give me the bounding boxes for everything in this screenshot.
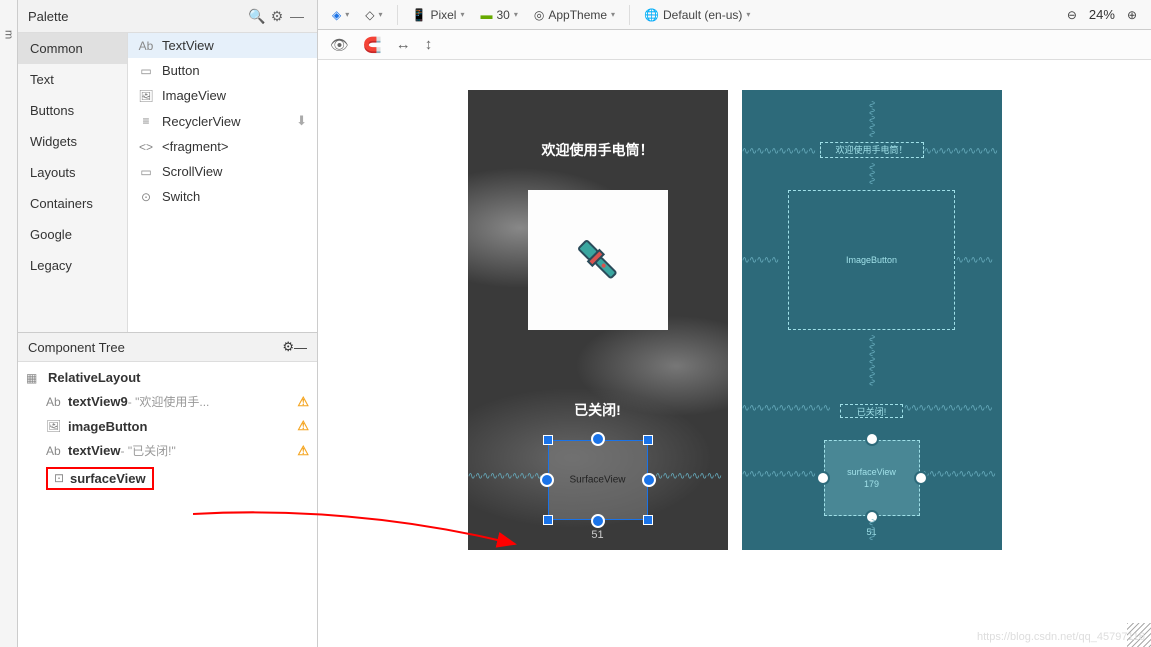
status-textview[interactable]: 已关闭! xyxy=(468,400,728,420)
image-button[interactable] xyxy=(528,190,668,330)
constraint-handle[interactable] xyxy=(591,514,605,528)
fragment-icon: <> xyxy=(138,140,154,154)
gear-icon[interactable]: ⚙ xyxy=(267,6,287,26)
surface-icon: ⊡ xyxy=(54,471,70,486)
design-toolbar: ◈▾ ◇▾ 📱 Pixel▾ ▬ 30▾ ◎ AppTheme▾ 🌐 Defau… xyxy=(318,0,1151,30)
device-select[interactable]: 📱 Pixel▾ xyxy=(406,4,471,26)
zoom-in-button[interactable]: ⊕ xyxy=(1121,4,1143,26)
tree-item-textview9[interactable]: AbtextView9- "欢迎使用手...⚠ xyxy=(18,389,317,414)
palette-item-scrollview[interactable]: ▭ScrollView xyxy=(128,159,317,184)
resize-handle[interactable] xyxy=(543,435,553,445)
surface-label: SurfaceView xyxy=(570,475,626,486)
palette-item-imageview[interactable]: 🖼ImageView xyxy=(128,83,317,108)
layout-editor: ◈▾ ◇▾ 📱 Pixel▾ ▬ 30▾ ◎ AppTheme▾ 🌐 Defau… xyxy=(318,0,1151,647)
palette-title: Palette xyxy=(28,9,247,24)
dimension-label: 51 xyxy=(591,529,603,541)
component-tree-header: Component Tree ⚙ — xyxy=(18,333,317,362)
zoom-value: 24% xyxy=(1089,7,1115,22)
bp-welcome[interactable]: 欢迎使用手电筒！ xyxy=(820,142,924,158)
design-canvas[interactable]: 欢迎使用手电筒！ 已关闭! ∿∿∿∿∿∿∿∿∿∿ ∿∿∿∿∿∿∿∿∿∿ xyxy=(318,60,1151,647)
palette-cat-buttons[interactable]: Buttons xyxy=(18,95,127,126)
constraint-handle[interactable] xyxy=(914,471,928,485)
blueprint-preview[interactable]: ∿∿∿∿∿ ∿∿∿∿∿∿∿∿∿∿ ∿∿∿∿∿∿∿∿∿∿ 欢迎使用手电筒！ ∿∿∿… xyxy=(742,90,1002,550)
textview-icon: Ab xyxy=(46,444,62,458)
constraint-handle[interactable] xyxy=(865,432,879,446)
constraint-handle[interactable] xyxy=(591,432,605,446)
textview-icon: Ab xyxy=(46,395,62,409)
surface-select-button[interactable]: ◈▾ xyxy=(326,4,355,26)
expand-horizontal-icon[interactable]: ↔ xyxy=(396,36,411,53)
palette-cat-layouts[interactable]: Layouts xyxy=(18,157,127,188)
palette-cat-google[interactable]: Google xyxy=(18,219,127,250)
textview-icon: Ab xyxy=(138,39,154,53)
zoom-out-button[interactable]: ⊖ xyxy=(1061,4,1083,26)
warning-icon[interactable]: ⚠ xyxy=(297,443,309,459)
surfaceview-selected[interactable]: SurfaceView 51 xyxy=(548,440,648,520)
palette-item-button[interactable]: ▭Button xyxy=(128,58,317,83)
watermark: https://blog.csdn.net/qq_45797116 xyxy=(977,631,1145,643)
palette-item-fragment[interactable]: <><fragment> xyxy=(128,134,317,159)
design-preview[interactable]: 欢迎使用手电筒！ 已关闭! ∿∿∿∿∿∿∿∿∿∿ ∿∿∿∿∿∿∿∿∿∿ xyxy=(468,90,728,550)
palette-item-recyclerview[interactable]: ≡RecyclerView⬇ xyxy=(128,108,317,134)
palette-items: AbTextView ▭Button 🖼ImageView ≡RecyclerV… xyxy=(128,33,317,332)
search-icon[interactable]: 🔍 xyxy=(247,6,267,26)
palette-cat-text[interactable]: Text xyxy=(18,64,127,95)
switch-icon: ⊙ xyxy=(138,190,154,204)
image-icon: 🖼 xyxy=(138,89,154,103)
sidebar: Palette 🔍 ⚙ — Common Text Buttons Widget… xyxy=(18,0,318,647)
component-tree: ▦RelativeLayout AbtextView9- "欢迎使用手...⚠ … xyxy=(18,362,317,647)
orientation-button[interactable]: ◇▾ xyxy=(359,4,388,26)
palette-item-textview[interactable]: AbTextView xyxy=(128,33,317,58)
tree-root[interactable]: ▦RelativeLayout xyxy=(18,366,317,389)
palette-item-switch[interactable]: ⊙Switch xyxy=(128,184,317,209)
expand-vertical-icon[interactable]: ↕ xyxy=(425,36,433,53)
palette-header: Palette 🔍 ⚙ — xyxy=(18,0,317,33)
tree-item-textview[interactable]: AbtextView- "已关闭!"⚠ xyxy=(18,438,317,463)
visibility-icon[interactable]: 👁 xyxy=(330,36,349,54)
layout-icon: ▦ xyxy=(26,371,42,385)
theme-select[interactable]: ◎ AppTheme▾ xyxy=(528,4,621,26)
constraint-handle[interactable] xyxy=(642,473,656,487)
gear-icon[interactable]: ⚙ xyxy=(282,339,294,355)
warning-icon[interactable]: ⚠ xyxy=(297,418,309,434)
view-options-toolbar: 👁 🧲 ↔ ↕ xyxy=(318,30,1151,60)
tree-item-surfaceview[interactable]: ⊡surfaceView xyxy=(18,463,317,494)
left-tool-rail: m xyxy=(0,0,18,647)
minimize-icon[interactable]: — xyxy=(294,340,307,355)
flashlight-icon xyxy=(568,230,628,290)
palette-cat-containers[interactable]: Containers xyxy=(18,188,127,219)
palette-body: Common Text Buttons Widgets Layouts Cont… xyxy=(18,33,317,333)
image-icon: 🖼 xyxy=(46,419,62,433)
constraint-handle[interactable] xyxy=(540,473,554,487)
component-tree-title: Component Tree xyxy=(28,340,282,355)
minimize-icon[interactable]: — xyxy=(287,6,307,26)
locale-select[interactable]: 🌐 Default (en-us) ▾ xyxy=(638,4,756,26)
download-icon[interactable]: ⬇ xyxy=(296,113,307,129)
tree-item-imagebutton[interactable]: 🖼imageButton⚠ xyxy=(18,414,317,438)
resize-handle[interactable] xyxy=(643,435,653,445)
warning-icon[interactable]: ⚠ xyxy=(297,394,309,410)
constraint-handle[interactable] xyxy=(816,471,830,485)
bp-surfaceview[interactable]: surfaceView 179 51 xyxy=(824,440,920,516)
list-icon: ≡ xyxy=(138,114,154,128)
palette-cat-legacy[interactable]: Legacy xyxy=(18,250,127,281)
bp-imagebutton[interactable]: ImageButton xyxy=(788,190,954,330)
api-select[interactable]: ▬ 30▾ xyxy=(474,4,523,26)
bp-status[interactable]: 已关闭! xyxy=(840,404,902,418)
resize-handle[interactable] xyxy=(643,515,653,525)
welcome-textview[interactable]: 欢迎使用手电筒！ xyxy=(468,140,728,160)
palette-categories: Common Text Buttons Widgets Layouts Cont… xyxy=(18,33,128,332)
magnet-icon[interactable]: 🧲 xyxy=(363,36,382,54)
palette-cat-common[interactable]: Common xyxy=(18,33,127,64)
palette-cat-widgets[interactable]: Widgets xyxy=(18,126,127,157)
button-icon: ▭ xyxy=(138,64,154,78)
scroll-icon: ▭ xyxy=(138,165,154,179)
resize-handle[interactable] xyxy=(543,515,553,525)
